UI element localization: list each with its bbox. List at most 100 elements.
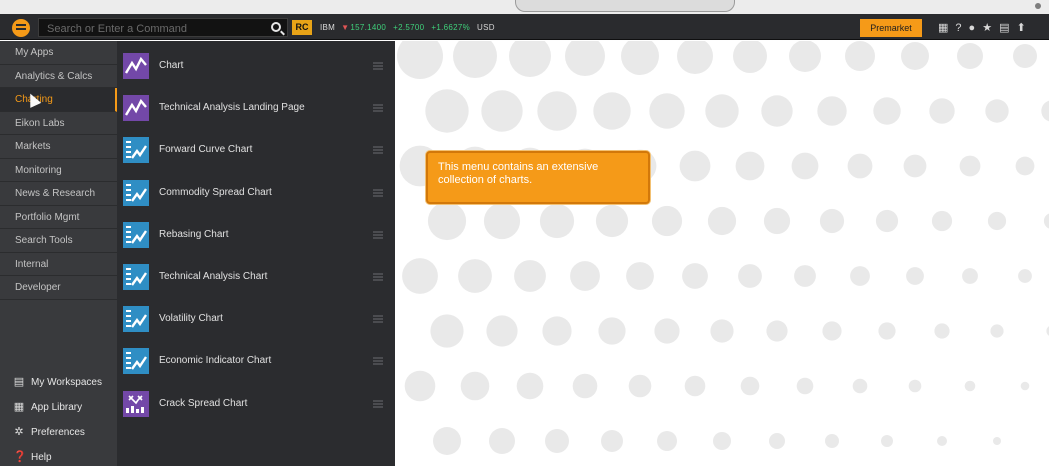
background-dot bbox=[601, 430, 623, 452]
help-link[interactable]: ❓ Help bbox=[0, 445, 117, 466]
drag-handle-icon[interactable] bbox=[373, 357, 383, 366]
drag-handle-icon[interactable] bbox=[373, 230, 383, 239]
app-label: Technical Analysis Chart bbox=[159, 271, 268, 282]
my-workspaces-link[interactable]: ▤ My Workspaces bbox=[0, 370, 117, 395]
drag-handle-icon[interactable] bbox=[373, 62, 383, 70]
background-dot bbox=[677, 41, 713, 74]
drag-handle-icon[interactable] bbox=[373, 273, 383, 281]
background-dot bbox=[657, 431, 677, 451]
background-dot bbox=[707, 206, 737, 236]
rc-badge[interactable]: RC bbox=[292, 20, 312, 35]
background-dot bbox=[817, 96, 847, 126]
quote-change-pct: +1.6627% bbox=[431, 23, 471, 32]
crack-spread-icon bbox=[123, 390, 149, 417]
background-dot bbox=[486, 315, 518, 347]
category-list: My Apps Analytics & Calcs Charting Eikon La… bbox=[0, 41, 117, 300]
category-item[interactable]: Analytics & Calcs bbox=[0, 65, 117, 88]
category-item[interactable]: Charting bbox=[0, 88, 117, 112]
background-dot bbox=[621, 41, 659, 75]
background-dot bbox=[934, 323, 950, 339]
drag-handle-icon[interactable] bbox=[373, 188, 383, 197]
category-item[interactable]: News & Research bbox=[0, 182, 117, 206]
background-dot bbox=[993, 437, 1001, 445]
doc-chart-icon bbox=[123, 137, 149, 164]
app-item[interactable]: Economic Indicator Chart bbox=[117, 341, 395, 383]
category-item[interactable]: Search Tools bbox=[0, 229, 117, 253]
background-dot bbox=[628, 374, 652, 398]
background-dot bbox=[763, 207, 791, 235]
app-item[interactable]: Crack Spread Chart bbox=[117, 384, 395, 426]
category-item[interactable]: Internal bbox=[0, 253, 117, 276]
background-dot bbox=[626, 262, 654, 290]
app-item[interactable]: Forward Curve Chart bbox=[117, 130, 395, 172]
star-icon[interactable]: ★ bbox=[982, 21, 992, 35]
background-dot bbox=[733, 41, 767, 73]
drag-handle-icon[interactable] bbox=[373, 399, 383, 408]
utility-links: ▤ My Workspaces ▦ App Library ✲ Preferen… bbox=[0, 370, 117, 466]
app-item[interactable]: Commodity Spread Chart bbox=[117, 173, 395, 215]
background-dot bbox=[937, 436, 947, 446]
premarket-button[interactable]: Premarket bbox=[860, 19, 922, 37]
help-icon[interactable]: ? bbox=[955, 21, 961, 35]
quote-ric: IBM bbox=[320, 23, 336, 32]
window-drag-handle[interactable] bbox=[515, 0, 735, 12]
background-dot bbox=[962, 268, 978, 284]
app-library-label: App Library bbox=[31, 402, 83, 413]
app-item[interactable]: Technical Analysis Chart bbox=[117, 257, 395, 299]
app-item[interactable]: Technical Analysis Landing Page bbox=[117, 88, 395, 130]
background-dot bbox=[908, 379, 922, 393]
command-search-box[interactable] bbox=[38, 18, 288, 38]
background-dot bbox=[682, 263, 708, 289]
help-circle-icon: ❓ bbox=[13, 451, 27, 463]
background-dot bbox=[710, 319, 734, 343]
background-dot bbox=[850, 266, 870, 286]
app-list-panel: Chart Technical Analysis Landing Page Forw… bbox=[117, 41, 395, 466]
app-item[interactable]: Chart bbox=[117, 46, 395, 88]
doc-chart-icon bbox=[123, 306, 149, 333]
my-workspaces-label: My Workspaces bbox=[31, 377, 102, 388]
background-dot bbox=[1020, 381, 1030, 391]
category-item[interactable]: Portfolio Mgmt bbox=[0, 206, 117, 229]
search-input[interactable] bbox=[39, 20, 287, 38]
search-icon[interactable] bbox=[271, 22, 281, 32]
category-item[interactable]: Eikon Labs bbox=[0, 112, 117, 135]
background-dot bbox=[570, 261, 600, 291]
drag-handle-icon[interactable] bbox=[373, 146, 383, 155]
drag-handle-icon[interactable] bbox=[373, 315, 383, 324]
app-library-link[interactable]: ▦ App Library bbox=[0, 395, 117, 420]
toolbar-icon-group: ▦ ? ● ★ ▤ ⬆ bbox=[938, 21, 1026, 35]
chat-icon[interactable]: ● bbox=[969, 21, 976, 35]
pin-icon[interactable]: ⬆ bbox=[1016, 21, 1025, 35]
preferences-link[interactable]: ✲ Preferences bbox=[0, 420, 117, 445]
background-dot bbox=[878, 322, 896, 340]
grid-icon[interactable]: ▦ bbox=[938, 21, 948, 35]
app-label: Chart bbox=[159, 60, 184, 71]
drag-handle-icon[interactable] bbox=[373, 104, 383, 113]
app-item[interactable]: Rebasing Chart bbox=[117, 215, 395, 257]
background-dot bbox=[651, 205, 683, 237]
quote-direction-icon: ▼ bbox=[341, 23, 350, 32]
line-chart-icon bbox=[123, 95, 149, 122]
background-dot bbox=[402, 258, 438, 294]
background-dot bbox=[847, 153, 873, 179]
background-dot bbox=[906, 267, 924, 285]
app-item[interactable]: Volatility Chart bbox=[117, 299, 395, 341]
doc-chart-icon bbox=[123, 179, 149, 206]
line-chart-icon bbox=[123, 53, 149, 79]
print-icon[interactable]: ▤ bbox=[999, 21, 1009, 35]
app-label: Commodity Spread Chart bbox=[159, 186, 272, 198]
background-dot bbox=[852, 378, 868, 394]
background-dot bbox=[822, 321, 842, 341]
category-item[interactable]: My Apps bbox=[0, 41, 117, 65]
eikon-menu-icon[interactable] bbox=[12, 19, 30, 37]
background-dot bbox=[430, 314, 464, 348]
background-dot bbox=[929, 98, 955, 124]
category-item[interactable]: Developer bbox=[0, 276, 117, 300]
background-dot bbox=[873, 97, 901, 125]
window-menu-dot-icon[interactable] bbox=[1035, 3, 1041, 9]
background-dot bbox=[845, 41, 875, 71]
category-item[interactable]: Markets bbox=[0, 135, 117, 159]
category-item[interactable]: Monitoring bbox=[0, 159, 117, 182]
background-dot bbox=[766, 320, 788, 342]
quote-ticker[interactable]: IBM ▼157.1400 +2.5700 +1.6627% USD bbox=[320, 23, 495, 32]
